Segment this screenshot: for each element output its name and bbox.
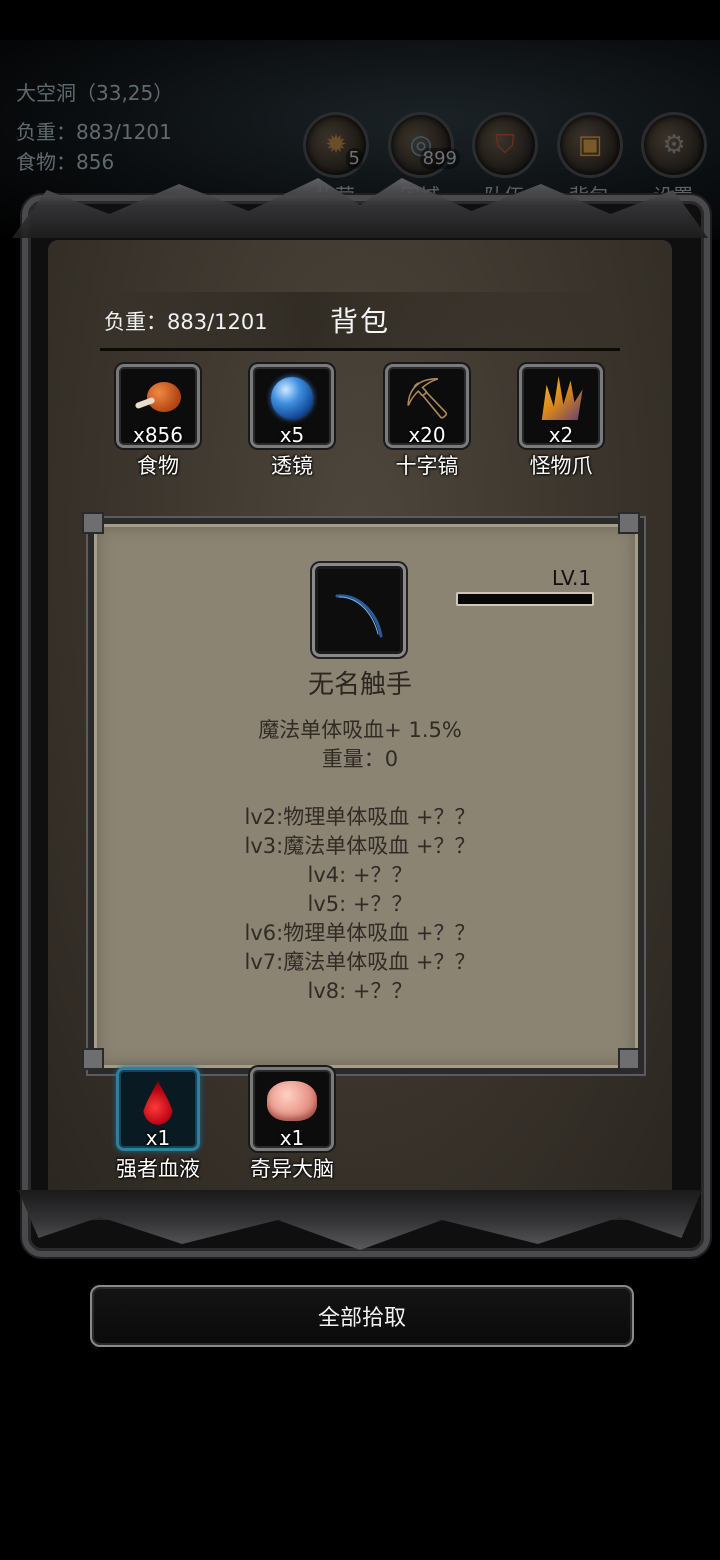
item-slot: x5 [250, 364, 334, 448]
item-count: x2 [548, 423, 574, 447]
card-corner [82, 512, 104, 534]
panel-title: 背包 [330, 305, 391, 338]
stat-line: lv5: +？？ [307, 892, 413, 916]
item-name: 透镜 [271, 454, 313, 478]
item-slot: x1 [116, 1067, 200, 1151]
item-slot: x1 [250, 1067, 334, 1151]
game-screen: 大空洞（33,25） 负重：883/1201 食物：856 ✹ 5 扎营 ◎ 8… [0, 0, 720, 1560]
gear-icon: ⚙ [641, 112, 707, 178]
card-corner [82, 1048, 104, 1070]
stat-line: 魔法单体吸血+ 1.5% [258, 718, 462, 742]
stat-line: 重量：0 [321, 747, 399, 771]
item-count: x20 [408, 423, 446, 447]
pick-all-button[interactable]: 全部拾取 [90, 1285, 634, 1347]
detail-stats: 魔法单体吸血+ 1.5% 重量：0 lv2:物理单体吸血 +？？ lv3:魔法单… [0, 716, 720, 1006]
camp-badge: 5 [345, 148, 363, 169]
team-button[interactable]: ⛉ 队伍 [472, 112, 538, 208]
meat-icon [133, 380, 183, 416]
card-corner [618, 1048, 640, 1070]
item-count: x1 [279, 1126, 305, 1150]
detail-item-name: 无名触手 [307, 670, 412, 700]
item-slot: x2 [519, 364, 603, 448]
item-name: 强者血液 [116, 1157, 200, 1181]
stat-line: lv6:物理单体吸血 +？？ [244, 921, 476, 945]
shield-icon: ⛉ [472, 112, 538, 178]
lens-icon [271, 377, 313, 419]
card-corner [618, 512, 640, 534]
level-progress-bar [456, 592, 594, 606]
stat-line: lv7:魔法单体吸血 +？？ [244, 950, 476, 974]
settings-button[interactable]: ⚙ 设置 [641, 112, 707, 208]
backpack-icon: ▣ [557, 112, 623, 178]
return-town-badge: 899 [419, 148, 460, 169]
item-food[interactable]: x856 食物 [116, 364, 200, 480]
claw-icon [541, 376, 583, 420]
item-name: 十字镐 [395, 454, 459, 478]
item-strong-blood[interactable]: x1 强者血液 [116, 1067, 200, 1183]
blood-drop-icon [143, 1081, 173, 1125]
hud-food-text: 食物：856 [16, 150, 115, 174]
item-strange-brain[interactable]: x1 奇异大脑 [250, 1067, 334, 1183]
tentacle-icon [335, 594, 383, 638]
item-monster-claw[interactable]: x2 怪物爪 [519, 364, 603, 480]
detail-level: LV.1 [552, 566, 592, 590]
item-name: 食物 [137, 454, 179, 478]
stat-spacer [0, 774, 720, 803]
item-count: x1 [145, 1126, 171, 1150]
item-count: x856 [132, 423, 183, 447]
detail-item-slot [312, 563, 406, 657]
item-lens[interactable]: x5 透镜 [250, 364, 334, 480]
pickaxe-icon: ⛏ [401, 375, 453, 422]
item-pickaxe[interactable]: ⛏ x20 十字镐 [385, 364, 469, 480]
item-slot: x856 [116, 364, 200, 448]
brain-icon [267, 1081, 317, 1121]
location-text: 大空洞（33,25） [16, 81, 174, 105]
item-name: 奇异大脑 [250, 1157, 334, 1181]
hud-weight-text: 负重：883/1201 [16, 120, 172, 144]
stat-line: lv2:物理单体吸血 +？？ [244, 805, 476, 829]
panel-weight-text: 负重：883/1201 [104, 310, 268, 334]
stat-line: lv8: +？？ [307, 979, 413, 1003]
item-slot: ⛏ x20 [385, 364, 469, 448]
stat-line: lv4: +？？ [307, 863, 413, 887]
stat-line: lv3:魔法单体吸血 +？？ [244, 834, 476, 858]
item-name: 怪物爪 [529, 454, 593, 478]
item-count: x5 [279, 423, 305, 447]
backpack-button[interactable]: ▣ 背包 [557, 112, 623, 208]
